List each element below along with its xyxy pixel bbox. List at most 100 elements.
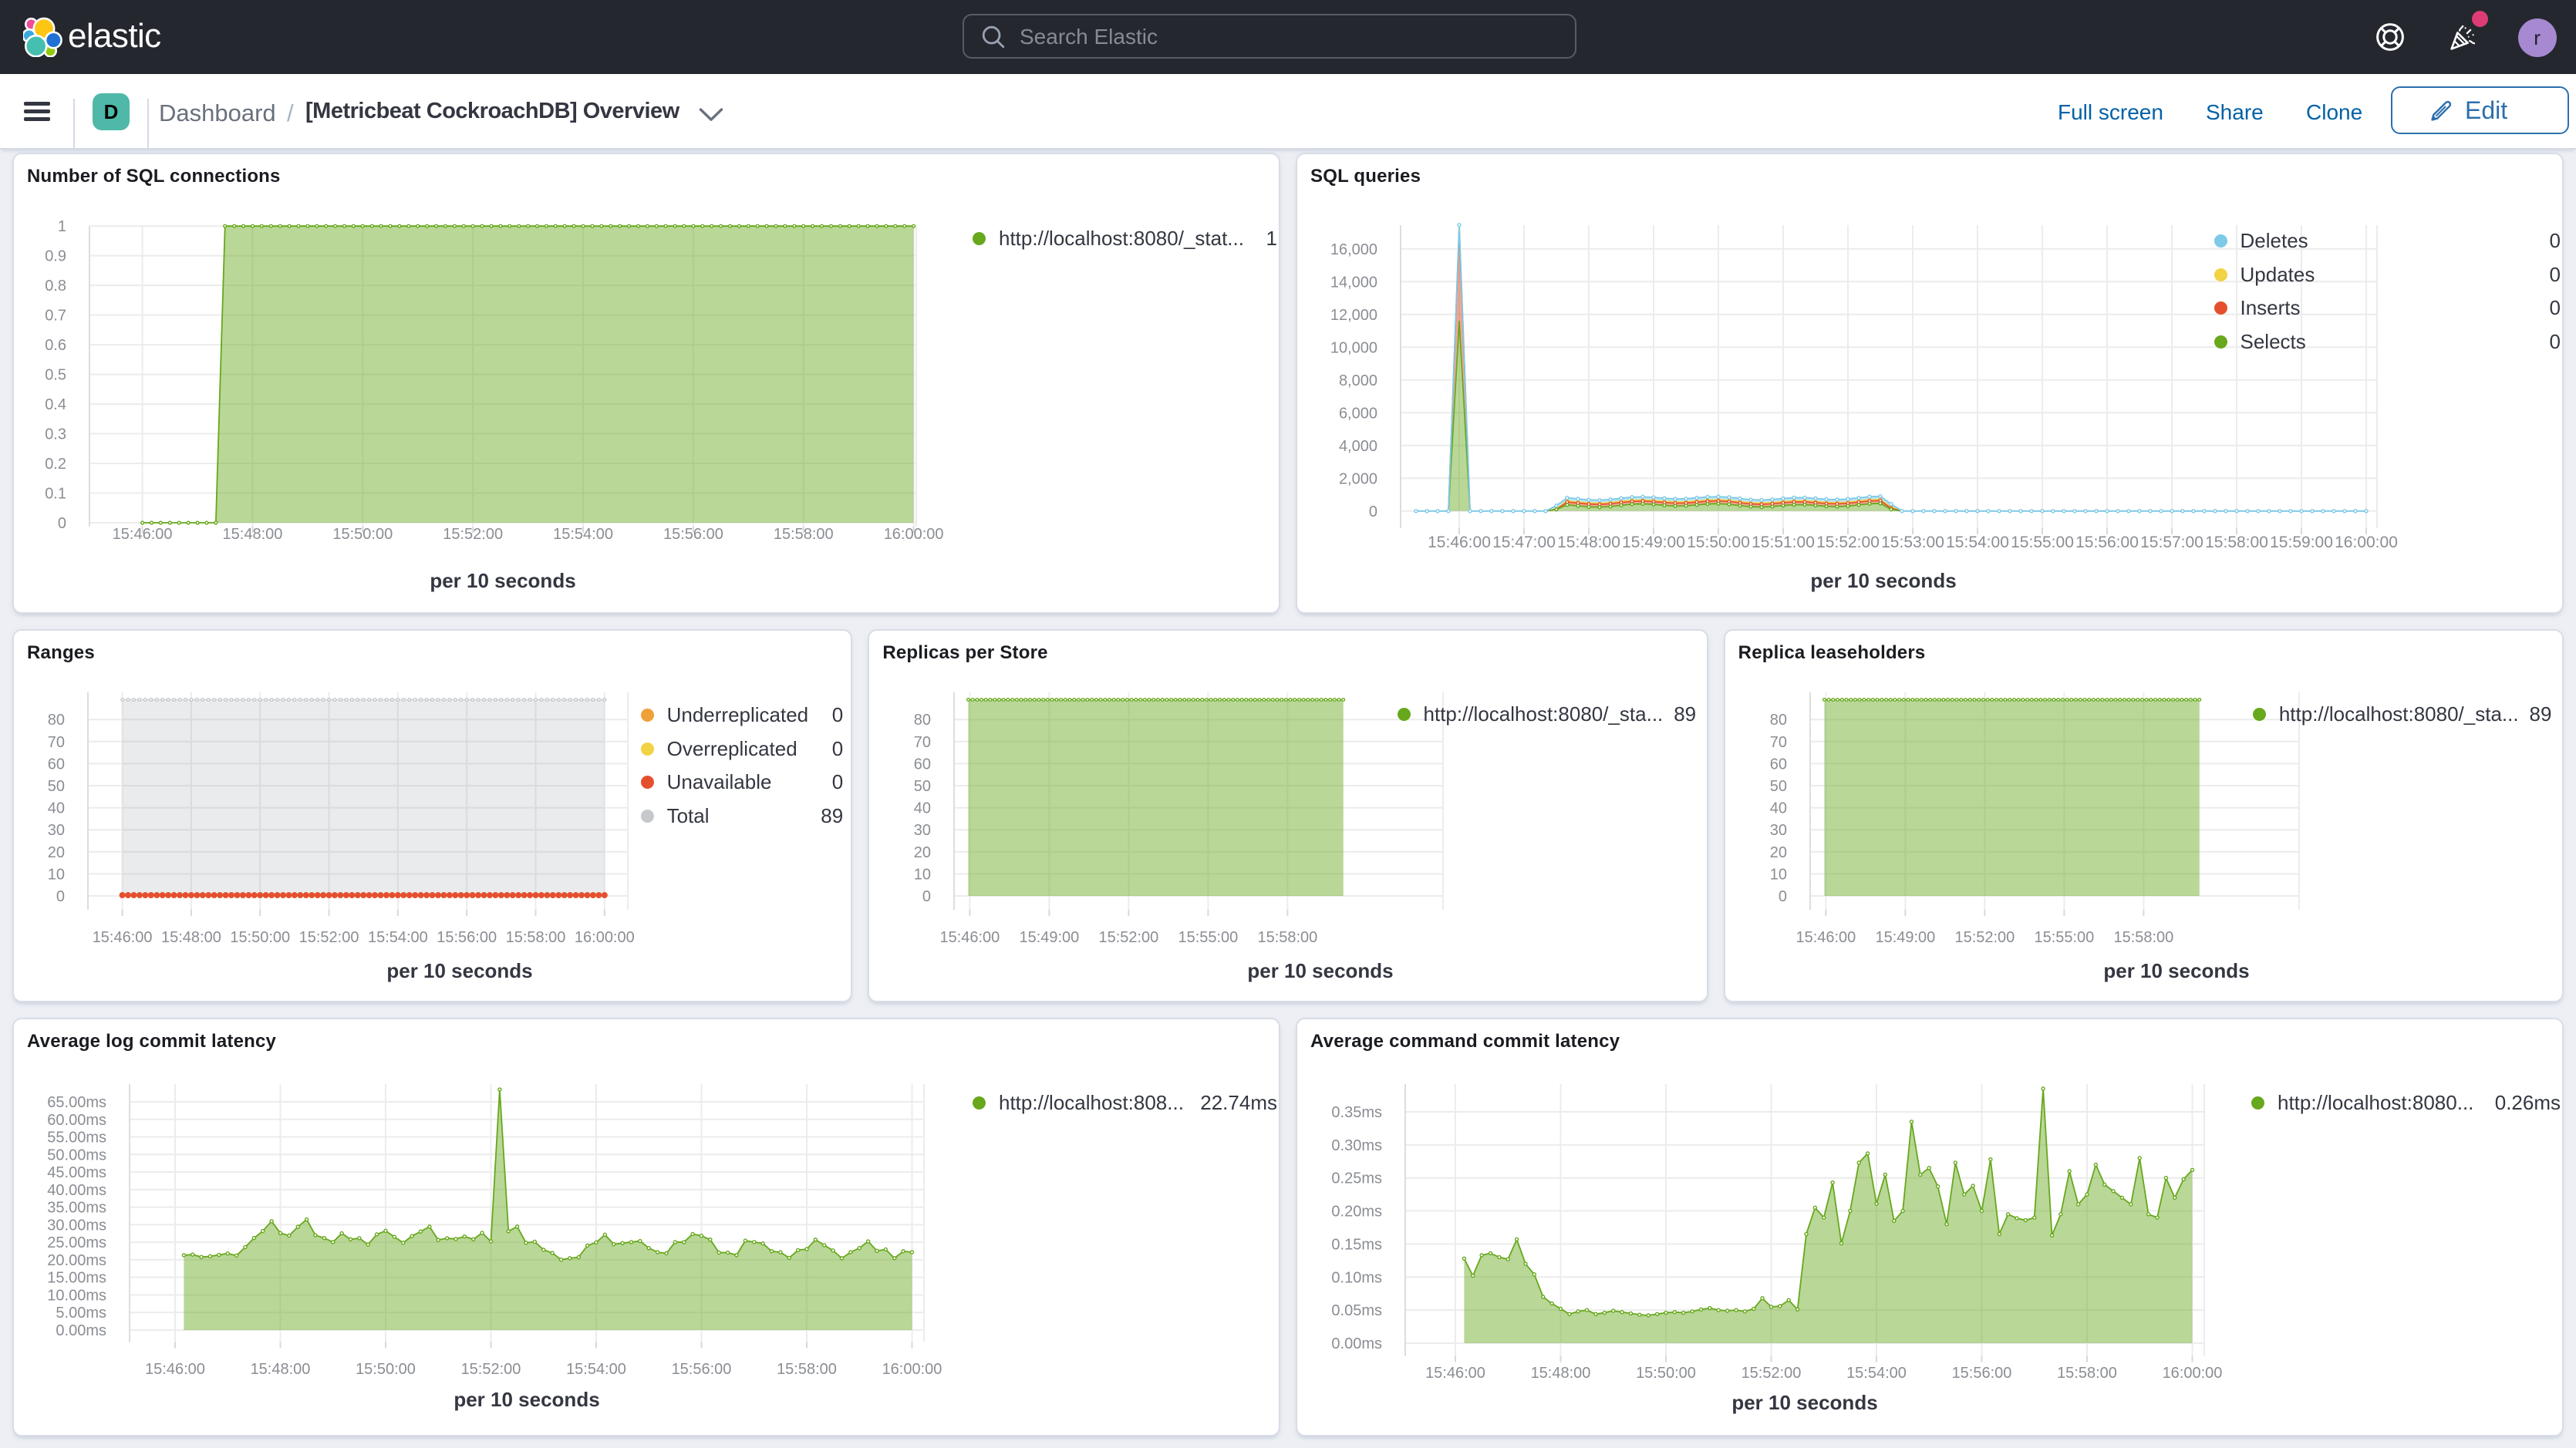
svg-text:15:47:00: 15:47:00	[1492, 534, 1556, 551]
svg-text:10.00ms: 10.00ms	[47, 1287, 106, 1304]
svg-text:10: 10	[914, 866, 931, 883]
svg-text:0.05ms: 0.05ms	[1331, 1302, 1382, 1319]
svg-text:15:46:00: 15:46:00	[940, 929, 1000, 946]
svg-text:4,000: 4,000	[1339, 438, 1377, 455]
svg-text:15:55:00: 15:55:00	[2011, 534, 2074, 551]
svg-text:0.8: 0.8	[45, 278, 66, 295]
svg-text:15:50:00: 15:50:00	[1636, 1365, 1696, 1382]
svg-text:50.00ms: 50.00ms	[47, 1147, 106, 1163]
svg-text:50: 50	[48, 778, 65, 795]
svg-text:15:48:00: 15:48:00	[161, 929, 221, 946]
svg-text:15:54:00: 15:54:00	[553, 526, 613, 543]
svg-text:0: 0	[1779, 888, 1787, 905]
svg-text:15:46:00: 15:46:00	[93, 929, 153, 946]
svg-text:15:50:00: 15:50:00	[332, 526, 393, 543]
svg-text:per 10 seconds: per 10 seconds	[453, 1388, 599, 1411]
svg-text:30: 30	[914, 822, 931, 839]
svg-text:50: 50	[914, 778, 931, 795]
svg-text:15:48:00: 15:48:00	[223, 526, 283, 543]
svg-text:60: 60	[1769, 756, 1786, 773]
svg-text:per 10 seconds: per 10 seconds	[386, 959, 532, 982]
svg-text:15:52:00: 15:52:00	[1954, 929, 2015, 946]
svg-text:80: 80	[1769, 712, 1786, 729]
svg-text:0.2: 0.2	[45, 456, 66, 473]
svg-text:15:58:00: 15:58:00	[2113, 929, 2173, 946]
svg-text:15:50:00: 15:50:00	[356, 1361, 416, 1378]
svg-text:70: 70	[1769, 734, 1786, 751]
svg-text:0: 0	[58, 515, 66, 532]
svg-text:60: 60	[914, 756, 931, 773]
svg-text:14,000: 14,000	[1330, 274, 1377, 291]
svg-text:15:52:00: 15:52:00	[461, 1361, 521, 1378]
svg-text:10: 10	[1769, 866, 1786, 883]
svg-text:0.1: 0.1	[45, 486, 66, 503]
svg-text:0.10ms: 0.10ms	[1331, 1269, 1382, 1286]
svg-text:16:00:00: 16:00:00	[884, 526, 944, 543]
svg-text:0.4: 0.4	[45, 396, 66, 413]
svg-text:15:57:00: 15:57:00	[2140, 534, 2203, 551]
svg-text:15:54:00: 15:54:00	[566, 1361, 626, 1378]
svg-text:15:51:00: 15:51:00	[1752, 534, 1815, 551]
svg-text:0.00ms: 0.00ms	[56, 1322, 106, 1339]
svg-text:10,000: 10,000	[1330, 339, 1377, 356]
svg-text:15:48:00: 15:48:00	[251, 1361, 311, 1378]
svg-text:16:00:00: 16:00:00	[882, 1361, 942, 1378]
svg-text:2,000: 2,000	[1339, 470, 1377, 487]
svg-text:30: 30	[1769, 822, 1786, 839]
svg-text:per 10 seconds: per 10 seconds	[1810, 569, 1956, 592]
svg-text:15:46:00: 15:46:00	[1795, 929, 1856, 946]
svg-text:15:46:00: 15:46:00	[113, 526, 173, 543]
svg-text:0.35ms: 0.35ms	[1331, 1104, 1382, 1121]
svg-text:40.00ms: 40.00ms	[47, 1182, 106, 1199]
svg-text:80: 80	[914, 712, 931, 729]
svg-text:35.00ms: 35.00ms	[47, 1200, 106, 1217]
svg-text:15:56:00: 15:56:00	[2075, 534, 2139, 551]
svg-text:6,000: 6,000	[1339, 405, 1377, 422]
svg-text:15:48:00: 15:48:00	[1557, 534, 1620, 551]
svg-text:15:58:00: 15:58:00	[2057, 1365, 2117, 1382]
svg-text:10: 10	[48, 866, 65, 883]
svg-text:15:46:00: 15:46:00	[1425, 1365, 1485, 1382]
svg-text:15:58:00: 15:58:00	[2205, 534, 2268, 551]
svg-text:15:52:00: 15:52:00	[1741, 1365, 1802, 1382]
svg-text:15:55:00: 15:55:00	[2034, 929, 2094, 946]
svg-text:60.00ms: 60.00ms	[47, 1112, 106, 1129]
svg-text:50: 50	[1769, 778, 1786, 795]
svg-text:0.15ms: 0.15ms	[1331, 1236, 1382, 1253]
svg-text:60: 60	[48, 756, 65, 773]
svg-text:15:59:00: 15:59:00	[2270, 534, 2333, 551]
svg-text:20.00ms: 20.00ms	[47, 1252, 106, 1269]
svg-text:15:56:00: 15:56:00	[1952, 1365, 2012, 1382]
svg-text:15:56:00: 15:56:00	[672, 1361, 732, 1378]
svg-text:15:54:00: 15:54:00	[1946, 534, 2009, 551]
svg-text:0.7: 0.7	[45, 308, 66, 325]
svg-text:15:56:00: 15:56:00	[437, 929, 497, 946]
svg-text:40: 40	[48, 800, 65, 817]
svg-text:25.00ms: 25.00ms	[47, 1234, 106, 1251]
svg-text:15.00ms: 15.00ms	[47, 1270, 106, 1287]
svg-text:15:53:00: 15:53:00	[1881, 534, 1944, 551]
svg-text:15:52:00: 15:52:00	[1816, 534, 1880, 551]
svg-text:15:46:00: 15:46:00	[1428, 534, 1491, 551]
svg-text:15:54:00: 15:54:00	[1846, 1365, 1907, 1382]
svg-text:0.20ms: 0.20ms	[1331, 1204, 1382, 1221]
svg-text:16,000: 16,000	[1330, 241, 1377, 258]
svg-text:15:48:00: 15:48:00	[1531, 1365, 1591, 1382]
svg-text:40: 40	[1769, 800, 1786, 817]
svg-text:15:52:00: 15:52:00	[443, 526, 503, 543]
svg-text:15:52:00: 15:52:00	[1099, 929, 1159, 946]
svg-text:0.3: 0.3	[45, 426, 66, 443]
svg-text:80: 80	[48, 712, 65, 729]
svg-text:5.00ms: 5.00ms	[56, 1305, 106, 1322]
svg-text:15:58:00: 15:58:00	[506, 929, 566, 946]
svg-text:0: 0	[1369, 503, 1377, 520]
svg-text:45.00ms: 45.00ms	[47, 1164, 106, 1181]
svg-text:70: 70	[914, 734, 931, 751]
svg-text:0.25ms: 0.25ms	[1331, 1170, 1382, 1187]
svg-text:15:58:00: 15:58:00	[1258, 929, 1318, 946]
svg-text:15:56:00: 15:56:00	[663, 526, 723, 543]
svg-text:0: 0	[56, 888, 65, 905]
svg-text:12,000: 12,000	[1330, 307, 1377, 324]
svg-text:40: 40	[914, 800, 931, 817]
svg-text:per 10 seconds: per 10 seconds	[1248, 959, 1394, 982]
